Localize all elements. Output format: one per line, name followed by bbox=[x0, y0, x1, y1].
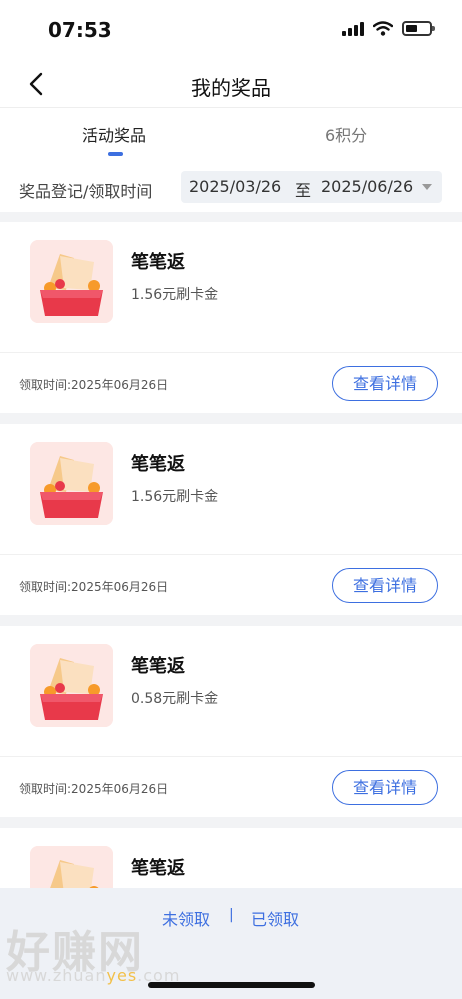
tab-activity-prizes[interactable]: 活动奖品 bbox=[82, 122, 146, 146]
view-details-button[interactable]: 查看详情 bbox=[332, 770, 438, 805]
card-divider bbox=[0, 554, 462, 555]
wifi-icon bbox=[373, 20, 393, 36]
watermark-url-accent: yes bbox=[106, 966, 138, 985]
prize-value: 0.58元刷卡金 bbox=[131, 691, 219, 707]
start-date: 2025/03/26 bbox=[189, 177, 282, 196]
filter-bar: 奖品登记/领取时间 2025/03/26 至 2025/06/26 bbox=[0, 160, 462, 212]
cellular-signal-icon bbox=[342, 20, 364, 36]
prize-name: 笔笔返 bbox=[131, 656, 185, 677]
page-title: 我的奖品 bbox=[191, 76, 271, 100]
prize-card: 笔笔返 1.56元刷卡金 领取时间:2025年06月26日 查看详情 bbox=[0, 424, 462, 615]
prize-name: 笔笔返 bbox=[131, 858, 185, 879]
caret-down-icon bbox=[422, 184, 432, 190]
prize-card: 笔笔返 0.58元刷卡金 领取时间:2025年06月26日 查看详情 bbox=[0, 626, 462, 817]
home-indicator bbox=[148, 982, 315, 988]
bottom-tab-separator: | bbox=[229, 907, 234, 923]
prize-name: 笔笔返 bbox=[131, 252, 185, 273]
prize-value: 1.56元刷卡金 bbox=[131, 489, 219, 505]
tab-claimed[interactable]: 已领取 bbox=[251, 906, 299, 930]
filter-label: 奖品登记/领取时间 bbox=[19, 182, 153, 201]
claim-time: 领取时间:2025年06月26日 bbox=[19, 378, 169, 392]
status-icons bbox=[342, 20, 435, 36]
status-bar: 07:53 bbox=[0, 0, 462, 60]
watermark-url-pre: www.zhuan bbox=[6, 966, 107, 985]
date-separator: 至 bbox=[295, 181, 312, 200]
battery-icon bbox=[402, 20, 435, 36]
card-divider bbox=[0, 756, 462, 757]
prize-card: 笔笔返 1.56元刷卡金 领取时间:2025年06月26日 查看详情 bbox=[0, 222, 462, 413]
card-divider bbox=[0, 352, 462, 353]
active-tab-indicator bbox=[108, 152, 123, 156]
claim-time: 领取时间:2025年06月26日 bbox=[19, 782, 169, 796]
gift-card-icon bbox=[30, 240, 113, 323]
view-details-button[interactable]: 查看详情 bbox=[332, 568, 438, 603]
date-range-picker[interactable]: 2025/03/26 至 2025/06/26 bbox=[181, 171, 442, 203]
nav-bar: 我的奖品 bbox=[0, 60, 462, 108]
view-details-button[interactable]: 查看详情 bbox=[332, 366, 438, 401]
tab-bar: 活动奖品 6积分 bbox=[0, 108, 462, 160]
end-date: 2025/06/26 bbox=[321, 177, 414, 196]
claim-time: 领取时间:2025年06月26日 bbox=[19, 580, 169, 594]
prize-value: 1.56元刷卡金 bbox=[131, 287, 219, 303]
prize-name: 笔笔返 bbox=[131, 454, 185, 475]
tab-points[interactable]: 6积分 bbox=[325, 122, 367, 146]
status-time: 07:53 bbox=[48, 18, 112, 42]
gift-card-icon bbox=[30, 644, 113, 727]
watermark: 好赚网 www.zhuanyes.com bbox=[6, 916, 206, 986]
gift-card-icon bbox=[30, 442, 113, 525]
